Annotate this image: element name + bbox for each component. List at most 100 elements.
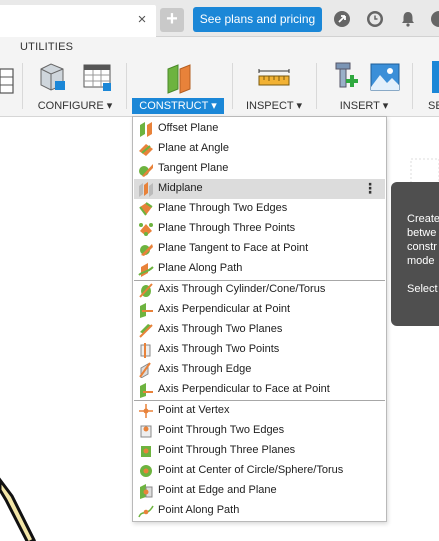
menu-item-label: Axis Through Two Planes bbox=[158, 323, 283, 335]
menu-item-axis-two-points[interactable]: Axis Through Two Points bbox=[134, 340, 385, 360]
axis-edge-icon bbox=[139, 362, 151, 378]
document-tab[interactable] bbox=[0, 5, 156, 37]
midplane-tooltip: Create betwe constr mode Select bbox=[391, 182, 439, 326]
menu-item-label: Axis Through Cylinder/Cone/Torus bbox=[158, 283, 326, 295]
more-options-icon[interactable]: ⋮ bbox=[363, 180, 377, 196]
menu-item-point-two-edges[interactable]: Point Through Two Edges bbox=[134, 421, 385, 441]
menu-item-axis-perpendicular-point[interactable]: Axis Perpendicular at Point bbox=[134, 300, 385, 320]
tooltip-line: Create bbox=[407, 213, 439, 225]
configure-group[interactable]: CONFIGURE ▾ bbox=[30, 61, 120, 117]
insert-image-icon[interactable] bbox=[370, 63, 400, 91]
recovery-icon[interactable] bbox=[333, 10, 351, 28]
document-tab-bar: × + See plans and pricing bbox=[0, 0, 439, 37]
midplane-icon bbox=[139, 182, 153, 197]
menu-item-plane-tangent-face[interactable]: Plane Tangent to Face at Point bbox=[134, 239, 385, 259]
menu-item-label: Tangent Plane bbox=[158, 162, 229, 174]
menu-item-point-center[interactable]: Point at Center of Circle/Sphere/Torus bbox=[134, 461, 385, 481]
construct-dropdown-menu: Offset Plane Plane at Angle Tangent Plan… bbox=[132, 116, 387, 522]
menu-item-axis-edge[interactable]: Axis Through Edge bbox=[134, 360, 385, 380]
tooltip-select-line: Select bbox=[407, 283, 438, 295]
plane-two-edges-icon bbox=[139, 202, 153, 216]
menu-item-label: Point Through Two Edges bbox=[158, 424, 285, 436]
menu-item-point-three-planes[interactable]: Point Through Three Planes bbox=[134, 441, 385, 461]
menu-item-midplane[interactable]: Midplane ⋮ bbox=[134, 179, 385, 199]
select-label[interactable]: SE bbox=[428, 100, 439, 112]
menu-item-label: Plane Through Three Points bbox=[158, 222, 296, 234]
configure-cube-icon[interactable] bbox=[37, 61, 67, 93]
tooltip-line: betwe bbox=[407, 227, 437, 239]
menu-item-label: Plane Through Two Edges bbox=[158, 202, 288, 214]
axis-cylinder-icon bbox=[139, 283, 153, 298]
bell-icon[interactable] bbox=[399, 10, 417, 28]
insert-mcmaster-icon[interactable] bbox=[330, 61, 358, 93]
inspect-label[interactable]: INSPECT ▾ bbox=[238, 99, 310, 112]
help-icon[interactable] bbox=[430, 10, 439, 28]
menu-item-label: Axis Through Edge bbox=[158, 363, 252, 375]
menu-item-label: Axis Perpendicular at Point bbox=[158, 303, 291, 315]
toolbar-separator bbox=[232, 63, 233, 109]
toolbar-separator bbox=[126, 63, 127, 109]
menu-item-label: Point Through Three Planes bbox=[158, 444, 296, 456]
ribbon-toolbar: UTILITIES CONFIGURE ▾ CONSTRUCT ▾ INSPEC… bbox=[0, 37, 439, 117]
new-tab-button[interactable]: + bbox=[160, 8, 184, 32]
menu-item-plane-two-edges[interactable]: Plane Through Two Edges bbox=[134, 199, 385, 219]
menu-item-plane-three-points[interactable]: Plane Through Three Points bbox=[134, 219, 385, 239]
toolbar-separator bbox=[22, 63, 23, 109]
toolbar-separator bbox=[316, 63, 317, 109]
menu-item-label: Plane Tangent to Face at Point bbox=[158, 242, 309, 254]
plane-three-points-icon bbox=[139, 223, 153, 236]
point-center-icon bbox=[140, 465, 152, 477]
select-icon[interactable] bbox=[432, 61, 439, 93]
plane-at-angle-icon bbox=[139, 144, 153, 156]
point-edge-plane-icon bbox=[140, 484, 153, 499]
measure-icon[interactable] bbox=[258, 69, 290, 89]
table-icon[interactable] bbox=[0, 67, 14, 97]
configure-label[interactable]: CONFIGURE ▾ bbox=[30, 99, 120, 112]
menu-item-label: Point at Vertex bbox=[158, 404, 230, 416]
menu-item-tangent-plane[interactable]: Tangent Plane bbox=[134, 159, 385, 179]
plans-pricing-button[interactable]: See plans and pricing bbox=[193, 7, 322, 32]
model-edge-shape bbox=[0, 477, 37, 541]
close-tab-icon[interactable]: × bbox=[134, 12, 150, 28]
axis-perpendicular-face-icon bbox=[140, 383, 153, 398]
tangent-plane-icon bbox=[139, 164, 153, 177]
menu-item-label: Axis Perpendicular to Face at Point bbox=[158, 383, 330, 395]
point-vertex-icon bbox=[139, 404, 153, 418]
menu-item-label: Point Along Path bbox=[158, 504, 240, 516]
plane-tangent-face-icon bbox=[140, 244, 153, 256]
insert-group[interactable]: INSERT ▾ bbox=[322, 61, 406, 117]
construct-plane-icon[interactable] bbox=[164, 61, 198, 95]
point-two-edges-icon bbox=[140, 425, 152, 438]
menu-item-label: Point at Edge and Plane bbox=[158, 484, 277, 496]
menu-item-label: Point at Center of Circle/Sphere/Torus bbox=[158, 464, 344, 476]
configure-table-icon[interactable] bbox=[81, 61, 113, 93]
menu-item-label: Axis Through Two Points bbox=[158, 343, 280, 355]
clock-icon[interactable] bbox=[366, 10, 384, 28]
tooltip-line: mode bbox=[407, 255, 435, 267]
insert-label[interactable]: INSERT ▾ bbox=[322, 99, 406, 112]
menu-item-plane-along-path[interactable]: Plane Along Path bbox=[134, 259, 385, 279]
menu-item-point-along-path[interactable]: Point Along Path bbox=[134, 501, 385, 521]
select-group[interactable]: SE bbox=[424, 61, 439, 117]
point-three-planes-icon bbox=[141, 446, 151, 457]
plane-along-path-icon bbox=[138, 263, 154, 277]
menu-item-offset-plane[interactable]: Offset Plane bbox=[134, 119, 385, 139]
axis-perpendicular-point-icon bbox=[140, 303, 153, 318]
menu-item-axis-two-planes[interactable]: Axis Through Two Planes bbox=[134, 320, 385, 340]
menu-item-plane-at-angle[interactable]: Plane at Angle bbox=[134, 139, 385, 159]
menu-item-label: Plane Along Path bbox=[158, 262, 243, 274]
view-cube-icon[interactable] bbox=[410, 158, 439, 184]
tab-utilities[interactable]: UTILITIES bbox=[20, 41, 73, 53]
menu-item-point-vertex[interactable]: Point at Vertex bbox=[134, 401, 385, 421]
construct-group[interactable]: CONSTRUCT ▾ bbox=[132, 61, 224, 117]
axis-two-planes-icon bbox=[139, 324, 153, 338]
point-along-path-icon bbox=[138, 505, 154, 518]
menu-item-axis-perpendicular-face[interactable]: Axis Perpendicular to Face at Point bbox=[134, 380, 385, 400]
menu-item-point-edge-plane[interactable]: Point at Edge and Plane bbox=[134, 481, 385, 501]
inspect-group[interactable]: INSPECT ▾ bbox=[238, 61, 310, 117]
axis-two-points-icon bbox=[140, 343, 151, 358]
menu-item-axis-cylinder[interactable]: Axis Through Cylinder/Cone/Torus bbox=[134, 280, 385, 300]
offset-plane-icon bbox=[140, 122, 152, 137]
toolbar-separator bbox=[412, 63, 413, 109]
construct-label[interactable]: CONSTRUCT ▾ bbox=[132, 98, 224, 114]
